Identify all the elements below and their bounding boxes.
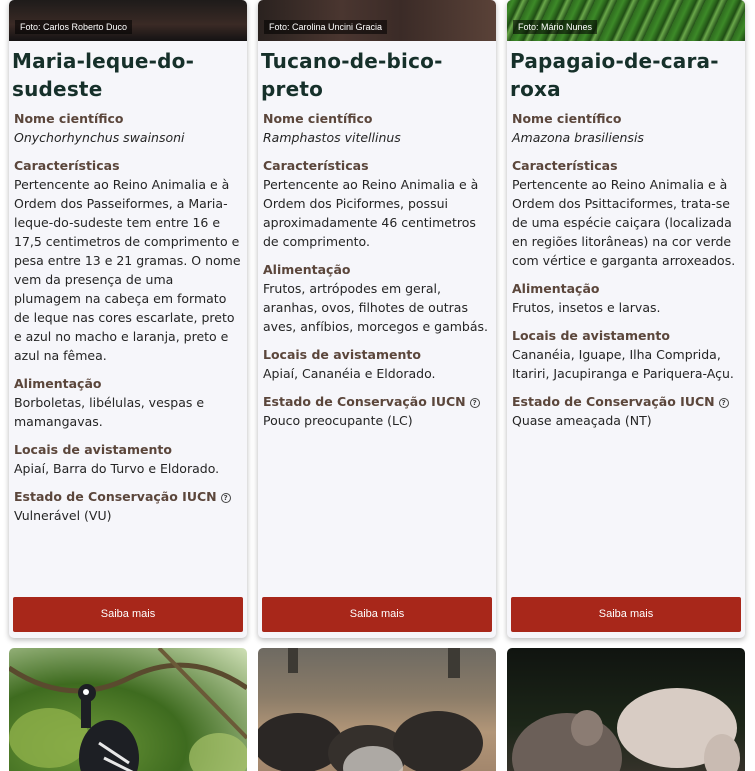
scientific-name: Onychorhynchus swainsoni: [14, 130, 185, 145]
sighting-places-label: Locais de avistamento: [512, 328, 670, 343]
photo-credit: Foto: Mário Nunes: [513, 20, 598, 34]
help-icon[interactable]: ?: [469, 398, 480, 408]
food-text: Frutos, artrópodes em geral, aranhas, ov…: [263, 281, 489, 334]
food-text: Borboletas, libélulas, vespas e mamangav…: [14, 395, 205, 429]
photo-credit: Foto: Carlos Roberto Duco: [15, 20, 133, 34]
species-title: Papagaio-de-cara-roxa: [510, 49, 719, 101]
species-card: Foto: Mário Nunes Papagaio-de-cara-roxa …: [507, 0, 745, 638]
photo-credit: Foto: Carolina Uncini Gracia: [264, 20, 388, 34]
sighting-places-text: Apiaí, Barra do Turvo e Eldorado.: [14, 461, 220, 476]
learn-more-button[interactable]: Saiba mais: [13, 597, 243, 632]
species-card: Foto: Carlos Roberto Duco Maria-leque-do…: [9, 0, 247, 638]
species-card-photo: [507, 648, 745, 771]
sighting-places-label: Locais de avistamento: [14, 442, 172, 457]
species-photo: Foto: Mário Nunes: [507, 0, 745, 41]
species-title: Maria-leque-do-sudeste: [12, 49, 195, 101]
species-card: Foto: Carolina Uncini Gracia Tucano-de-b…: [258, 0, 496, 638]
tapir-photo: [512, 688, 740, 771]
guan-bird-photo: [9, 648, 247, 771]
scientific-name-label: Nome científico: [512, 111, 622, 126]
sighting-places-text: Cananéia, Iguape, Ilha Comprida, Itariri…: [512, 347, 734, 381]
help-icon[interactable]: ?: [718, 398, 729, 408]
sighting-places-text: Apiaí, Cananéia e Eldorado.: [263, 366, 436, 381]
characteristics-text: Pertencente ao Reino Animalia e à Ordem …: [14, 177, 241, 363]
scientific-name: Amazona brasiliensis: [512, 130, 644, 145]
conservation-status: Vulnerável (VU): [14, 508, 112, 523]
species-card-photo: [258, 648, 496, 771]
learn-more-button[interactable]: Saiba mais: [511, 597, 741, 632]
sighting-places-label: Locais de avistamento: [263, 347, 421, 362]
scientific-name-label: Nome científico: [14, 111, 124, 126]
food-label: Alimentação: [14, 376, 102, 391]
conservation-status-label: Estado de Conservação IUCN: [263, 394, 466, 409]
characteristics-label: Características: [512, 158, 618, 173]
scientific-name-label: Nome científico: [263, 111, 373, 126]
characteristics-label: Características: [263, 158, 369, 173]
characteristics-text: Pertencente ao Reino Animalia e à Ordem …: [512, 177, 736, 268]
species-title: Tucano-de-bico-preto: [261, 49, 443, 101]
conservation-status-label: Estado de Conservação IUCN: [14, 489, 217, 504]
scientific-name: Ramphastos vitellinus: [263, 130, 401, 145]
food-label: Alimentação: [512, 281, 600, 296]
help-icon[interactable]: ?: [220, 493, 231, 503]
species-card-photo: [9, 648, 247, 771]
food-label: Alimentação: [263, 262, 351, 277]
species-photo: Foto: Carolina Uncini Gracia: [258, 0, 496, 41]
characteristics-text: Pertencente ao Reino Animalia e à Ordem …: [263, 177, 479, 249]
species-photo: Foto: Carlos Roberto Duco: [9, 0, 247, 41]
characteristics-label: Características: [14, 158, 120, 173]
food-text: Frutos, insetos e larvas.: [512, 300, 661, 315]
conservation-status-label: Estado de Conservação IUCN: [512, 394, 715, 409]
conservation-status: Quase ameaçada (NT): [512, 413, 652, 428]
peccary-photo: [258, 648, 483, 771]
conservation-status: Pouco preocupante (LC): [263, 413, 413, 428]
learn-more-button[interactable]: Saiba mais: [262, 597, 492, 632]
